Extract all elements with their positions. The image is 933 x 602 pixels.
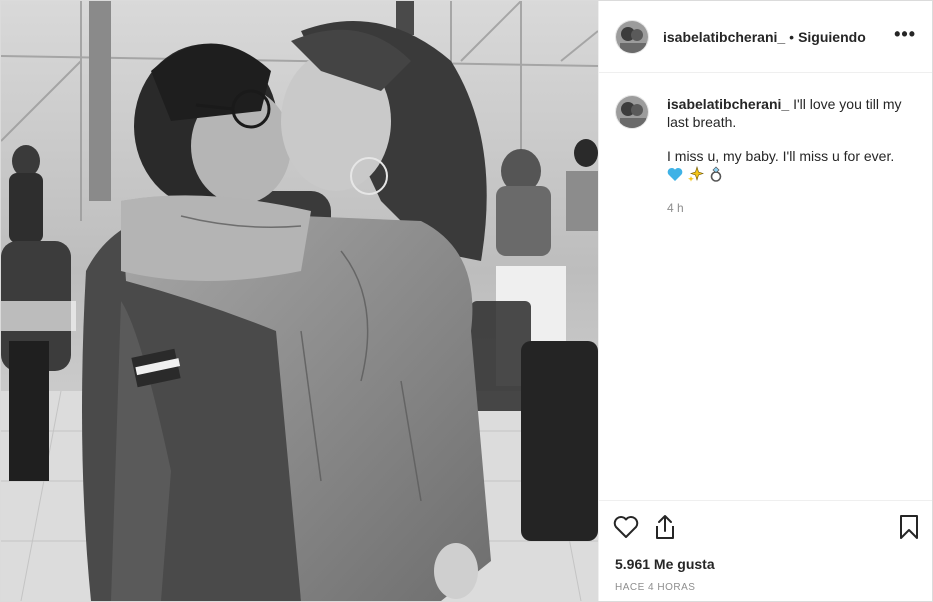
caption-comment: isabelatibcherani_ I'll love you till my… (615, 95, 916, 217)
share-icon[interactable] (653, 514, 677, 540)
caption-emojis (667, 165, 916, 187)
post-header: isabelatibcherani_ • Siguiendo ••• (599, 1, 932, 73)
header-username[interactable]: isabelatibcherani_ (663, 29, 785, 45)
instagram-post: isabelatibcherani_ • Siguiendo ••• isabe (0, 0, 933, 602)
caption-body: isabelatibcherani_ I'll love you till my… (667, 95, 916, 217)
caption-time[interactable]: 4 h (667, 199, 916, 217)
avatar-icon (616, 96, 648, 128)
action-bar (599, 500, 932, 552)
separator-dot: • (789, 28, 795, 45)
like-heart-icon[interactable] (613, 515, 639, 539)
likes-count[interactable]: 5.961 Me gusta (599, 552, 932, 572)
posted-time[interactable]: HACE 4 HORAS (599, 572, 932, 601)
caption-avatar[interactable] (615, 95, 649, 129)
more-options-icon[interactable]: ••• (894, 25, 916, 49)
bookmark-icon[interactable] (898, 514, 920, 540)
post-photo[interactable] (1, 1, 598, 601)
caption-username[interactable]: isabelatibcherani_ (667, 96, 789, 112)
avatar[interactable] (615, 19, 649, 54)
ring-icon (709, 166, 723, 187)
post-sidebar: isabelatibcherani_ • Siguiendo ••• isabe (598, 1, 932, 601)
photo-image (1, 1, 598, 601)
avatar-icon (616, 20, 648, 53)
following-button[interactable]: Siguiendo (798, 29, 866, 45)
caption-line-1: isabelatibcherani_ I'll love you till my… (667, 95, 916, 131)
caption-text-2: I miss u, my baby. I'll miss u for ever. (667, 148, 895, 164)
comments-section: isabelatibcherani_ I'll love you till my… (599, 73, 932, 500)
sparkles-icon (688, 165, 705, 187)
blue-heart-icon (667, 167, 683, 187)
